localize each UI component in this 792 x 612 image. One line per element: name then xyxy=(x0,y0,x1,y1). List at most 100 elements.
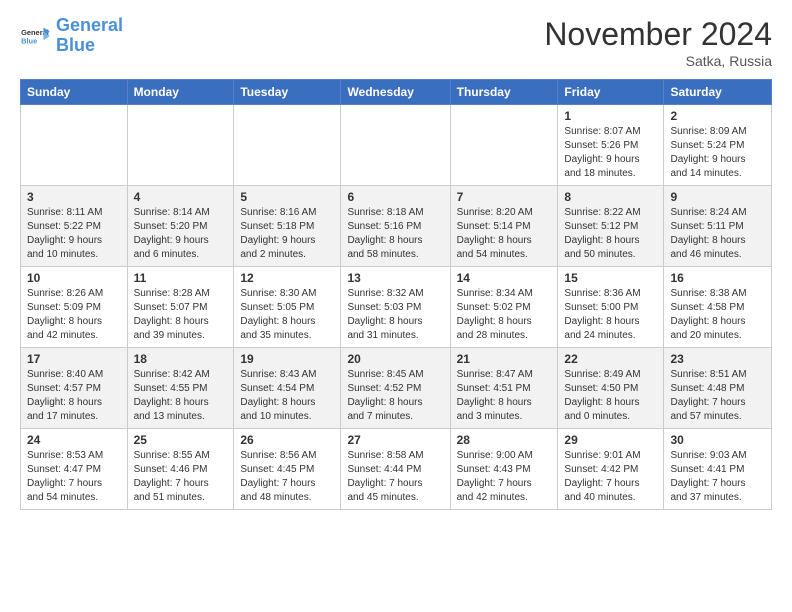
weekday-header-friday: Friday xyxy=(558,80,664,105)
weekday-header-sunday: Sunday xyxy=(21,80,128,105)
day-info: Sunrise: 8:53 AM Sunset: 4:47 PM Dayligh… xyxy=(27,449,121,505)
week-row-3: 10 Sunrise: 8:26 AM Sunset: 5:09 PM Dayli… xyxy=(21,267,772,348)
day-info: Sunrise: 8:34 AM Sunset: 5:02 PM Dayligh… xyxy=(457,287,552,343)
day-number: 14 xyxy=(457,271,552,285)
day-info: Sunrise: 8:43 AM Sunset: 4:54 PM Dayligh… xyxy=(240,368,334,424)
calendar-cell: 6Sunrise: 8:18 AM Sunset: 5:16 PM Daylig… xyxy=(341,186,450,267)
day-info: Sunrise: 8:47 AM Sunset: 4:51 PM Dayligh… xyxy=(457,368,552,424)
calendar-cell: 23 Sunrise: 8:51 AM Sunset: 4:48 PM Dayli… xyxy=(664,348,772,429)
calendar-cell: 8Sunrise: 8:22 AM Sunset: 5:12 PM Daylig… xyxy=(558,186,664,267)
logo-blue: Blue xyxy=(56,35,95,55)
calendar-cell xyxy=(127,105,234,186)
day-info: Sunrise: 8:16 AM Sunset: 5:18 PM Dayligh… xyxy=(240,206,334,262)
calendar-cell: 11 Sunrise: 8:28 AM Sunset: 5:07 PM Dayli… xyxy=(127,267,234,348)
calendar-cell: 3 Sunrise: 8:11 AM Sunset: 5:22 PM Daylig… xyxy=(21,186,128,267)
day-number: 21 xyxy=(457,352,552,366)
logo: GeneralBlue General Blue xyxy=(20,16,123,56)
day-info: Sunrise: 8:45 AM Sunset: 4:52 PM Dayligh… xyxy=(347,368,443,424)
calendar-cell: 17Sunrise: 8:40 AM Sunset: 4:57 PM Dayli… xyxy=(21,348,128,429)
week-row-5: 24Sunrise: 8:53 AM Sunset: 4:47 PM Dayli… xyxy=(21,429,772,510)
calendar-cell: 5 Sunrise: 8:16 AM Sunset: 5:18 PM Daylig… xyxy=(234,186,341,267)
day-number: 18 xyxy=(134,352,228,366)
calendar-cell: 30Sunrise: 9:03 AM Sunset: 4:41 PM Dayli… xyxy=(664,429,772,510)
day-number: 13 xyxy=(347,271,443,285)
day-info: Sunrise: 8:56 AM Sunset: 4:45 PM Dayligh… xyxy=(240,449,334,505)
calendar-cell xyxy=(21,105,128,186)
calendar-cell: 16 Sunrise: 8:38 AM Sunset: 4:58 PM Dayli… xyxy=(664,267,772,348)
logo-text: General Blue xyxy=(56,16,123,56)
calendar-cell: 18 Sunrise: 8:42 AM Sunset: 4:55 PM Dayli… xyxy=(127,348,234,429)
calendar-cell: 1Sunrise: 8:07 AM Sunset: 5:26 PM Daylig… xyxy=(558,105,664,186)
calendar-cell: 9Sunrise: 8:24 AM Sunset: 5:11 PM Daylig… xyxy=(664,186,772,267)
weekday-header-saturday: Saturday xyxy=(664,80,772,105)
day-info: Sunrise: 8:09 AM Sunset: 5:24 PM Dayligh… xyxy=(670,125,765,181)
calendar-cell: 26 Sunrise: 8:56 AM Sunset: 4:45 PM Dayli… xyxy=(234,429,341,510)
day-info: Sunrise: 8:30 AM Sunset: 5:05 PM Dayligh… xyxy=(240,287,334,343)
day-number: 27 xyxy=(347,433,443,447)
day-info: Sunrise: 8:28 AM Sunset: 5:07 PM Dayligh… xyxy=(134,287,228,343)
weekday-header-monday: Monday xyxy=(127,80,234,105)
day-info: Sunrise: 8:36 AM Sunset: 5:00 PM Dayligh… xyxy=(564,287,657,343)
page: GeneralBlue General Blue November 2024 S… xyxy=(0,0,792,520)
day-number: 20 xyxy=(347,352,443,366)
weekday-header-tuesday: Tuesday xyxy=(234,80,341,105)
calendar-cell: 25Sunrise: 8:55 AM Sunset: 4:46 PM Dayli… xyxy=(127,429,234,510)
day-info: Sunrise: 8:18 AM Sunset: 5:16 PM Dayligh… xyxy=(347,206,443,262)
day-info: Sunrise: 8:38 AM Sunset: 4:58 PM Dayligh… xyxy=(670,287,765,343)
day-number: 11 xyxy=(134,271,228,285)
calendar-cell: 14 Sunrise: 8:34 AM Sunset: 5:02 PM Dayli… xyxy=(450,267,558,348)
day-number: 23 xyxy=(670,352,765,366)
calendar-cell xyxy=(341,105,450,186)
day-number: 17 xyxy=(27,352,121,366)
day-number: 5 xyxy=(240,190,334,204)
day-number: 8 xyxy=(564,190,657,204)
calendar-cell: 19 Sunrise: 8:43 AM Sunset: 4:54 PM Dayli… xyxy=(234,348,341,429)
day-info: Sunrise: 8:58 AM Sunset: 4:44 PM Dayligh… xyxy=(347,449,443,505)
calendar: SundayMondayTuesdayWednesdayThursdayFrid… xyxy=(20,79,772,510)
calendar-cell: 27 Sunrise: 8:58 AM Sunset: 4:44 PM Dayli… xyxy=(341,429,450,510)
day-info: Sunrise: 8:14 AM Sunset: 5:20 PM Dayligh… xyxy=(134,206,228,262)
day-number: 25 xyxy=(134,433,228,447)
calendar-cell: 7 Sunrise: 8:20 AM Sunset: 5:14 PM Daylig… xyxy=(450,186,558,267)
logo-general: General xyxy=(56,15,123,35)
day-number: 28 xyxy=(457,433,552,447)
day-number: 26 xyxy=(240,433,334,447)
day-info: Sunrise: 9:03 AM Sunset: 4:41 PM Dayligh… xyxy=(670,449,765,505)
day-number: 29 xyxy=(564,433,657,447)
week-row-4: 17Sunrise: 8:40 AM Sunset: 4:57 PM Dayli… xyxy=(21,348,772,429)
calendar-cell: 2Sunrise: 8:09 AM Sunset: 5:24 PM Daylig… xyxy=(664,105,772,186)
week-row-2: 3 Sunrise: 8:11 AM Sunset: 5:22 PM Daylig… xyxy=(21,186,772,267)
day-info: Sunrise: 8:32 AM Sunset: 5:03 PM Dayligh… xyxy=(347,287,443,343)
header: GeneralBlue General Blue November 2024 S… xyxy=(20,16,772,69)
day-number: 10 xyxy=(27,271,121,285)
day-info: Sunrise: 8:20 AM Sunset: 5:14 PM Dayligh… xyxy=(457,206,552,262)
day-info: Sunrise: 8:42 AM Sunset: 4:55 PM Dayligh… xyxy=(134,368,228,424)
day-info: Sunrise: 8:26 AM Sunset: 5:09 PM Dayligh… xyxy=(27,287,121,343)
logo-icon: GeneralBlue xyxy=(20,20,52,52)
week-row-1: 1Sunrise: 8:07 AM Sunset: 5:26 PM Daylig… xyxy=(21,105,772,186)
day-info: Sunrise: 8:49 AM Sunset: 4:50 PM Dayligh… xyxy=(564,368,657,424)
calendar-cell xyxy=(450,105,558,186)
calendar-cell: 13 Sunrise: 8:32 AM Sunset: 5:03 PM Dayli… xyxy=(341,267,450,348)
day-number: 19 xyxy=(240,352,334,366)
day-number: 7 xyxy=(457,190,552,204)
day-number: 9 xyxy=(670,190,765,204)
day-number: 16 xyxy=(670,271,765,285)
calendar-cell: 10 Sunrise: 8:26 AM Sunset: 5:09 PM Dayli… xyxy=(21,267,128,348)
title-area: November 2024 Satka, Russia xyxy=(544,16,772,69)
day-info: Sunrise: 8:11 AM Sunset: 5:22 PM Dayligh… xyxy=(27,206,121,262)
day-number: 22 xyxy=(564,352,657,366)
day-number: 3 xyxy=(27,190,121,204)
subtitle: Satka, Russia xyxy=(544,53,772,69)
calendar-cell: 21 Sunrise: 8:47 AM Sunset: 4:51 PM Dayli… xyxy=(450,348,558,429)
calendar-cell: 24Sunrise: 8:53 AM Sunset: 4:47 PM Dayli… xyxy=(21,429,128,510)
calendar-cell: 20 Sunrise: 8:45 AM Sunset: 4:52 PM Dayli… xyxy=(341,348,450,429)
calendar-cell: 4Sunrise: 8:14 AM Sunset: 5:20 PM Daylig… xyxy=(127,186,234,267)
weekday-header-row: SundayMondayTuesdayWednesdayThursdayFrid… xyxy=(21,80,772,105)
day-number: 15 xyxy=(564,271,657,285)
day-info: Sunrise: 8:07 AM Sunset: 5:26 PM Dayligh… xyxy=(564,125,657,181)
calendar-cell xyxy=(234,105,341,186)
calendar-cell: 12Sunrise: 8:30 AM Sunset: 5:05 PM Dayli… xyxy=(234,267,341,348)
day-info: Sunrise: 8:51 AM Sunset: 4:48 PM Dayligh… xyxy=(670,368,765,424)
weekday-header-wednesday: Wednesday xyxy=(341,80,450,105)
